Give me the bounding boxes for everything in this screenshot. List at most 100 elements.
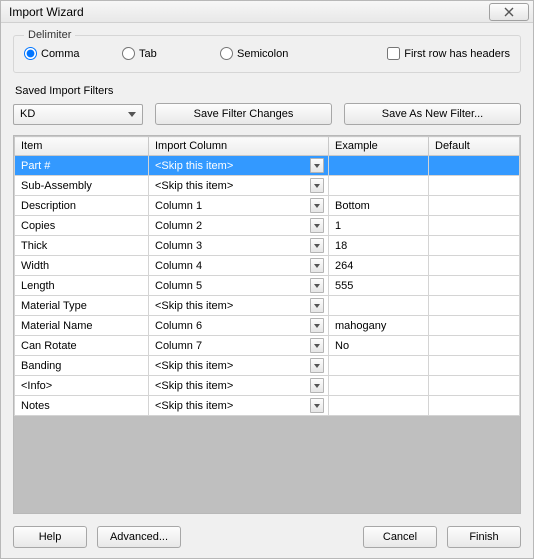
cancel-button[interactable]: Cancel	[363, 526, 437, 548]
finish-button[interactable]: Finish	[447, 526, 521, 548]
table-row[interactable]: ThickColumn 318	[15, 236, 520, 256]
cell-default[interactable]	[429, 396, 520, 416]
save-filter-changes-button[interactable]: Save Filter Changes	[155, 103, 332, 125]
cell-item[interactable]: Copies	[15, 216, 149, 236]
import-column-dropdown-button[interactable]	[310, 158, 324, 173]
cell-item[interactable]: Thick	[15, 236, 149, 256]
radio-comma[interactable]: Comma	[24, 47, 114, 60]
table-row[interactable]: CopiesColumn 21	[15, 216, 520, 236]
cell-example[interactable]	[329, 296, 429, 316]
col-header-default[interactable]: Default	[429, 137, 520, 156]
import-column-dropdown-button[interactable]	[310, 198, 324, 213]
cell-item[interactable]: Description	[15, 196, 149, 216]
import-column-dropdown-button[interactable]	[310, 178, 324, 193]
import-column-dropdown-button[interactable]	[310, 258, 324, 273]
table-row[interactable]: Material NameColumn 6mahogany	[15, 316, 520, 336]
checkbox-first-row-headers[interactable]: First row has headers	[387, 47, 510, 60]
table-row[interactable]: LengthColumn 5555	[15, 276, 520, 296]
cell-example[interactable]	[329, 396, 429, 416]
cell-example[interactable]: 18	[329, 236, 429, 256]
import-column-dropdown-button[interactable]	[310, 358, 324, 373]
cell-default[interactable]	[429, 376, 520, 396]
cell-import-column[interactable]: Column 2	[149, 216, 329, 236]
advanced-button[interactable]: Advanced...	[97, 526, 181, 548]
table-row[interactable]: Can RotateColumn 7No	[15, 336, 520, 356]
cell-item[interactable]: Sub-Assembly	[15, 176, 149, 196]
cell-example[interactable]: mahogany	[329, 316, 429, 336]
cell-import-column[interactable]: <Skip this item>	[149, 376, 329, 396]
import-column-dropdown-button[interactable]	[310, 238, 324, 253]
table-row[interactable]: DescriptionColumn 1Bottom	[15, 196, 520, 216]
cell-import-column[interactable]: <Skip this item>	[149, 156, 329, 176]
table-row[interactable]: <Info><Skip this item>	[15, 376, 520, 396]
import-column-dropdown-button[interactable]	[310, 338, 324, 353]
titlebar: Import Wizard	[1, 1, 533, 23]
cell-example[interactable]: 264	[329, 256, 429, 276]
table-row[interactable]: Material Type<Skip this item>	[15, 296, 520, 316]
table-row[interactable]: WidthColumn 4264	[15, 256, 520, 276]
help-button[interactable]: Help	[13, 526, 87, 548]
cell-default[interactable]	[429, 276, 520, 296]
cell-default[interactable]	[429, 156, 520, 176]
cell-item[interactable]: Banding	[15, 356, 149, 376]
cell-item[interactable]: Material Name	[15, 316, 149, 336]
cell-import-column[interactable]: Column 3	[149, 236, 329, 256]
cell-item[interactable]: Length	[15, 276, 149, 296]
table-row[interactable]: Notes<Skip this item>	[15, 396, 520, 416]
saved-filter-combo[interactable]: KD	[13, 104, 143, 125]
import-column-value: <Skip this item>	[155, 360, 233, 372]
cell-default[interactable]	[429, 256, 520, 276]
cell-example[interactable]	[329, 156, 429, 176]
import-column-dropdown-button[interactable]	[310, 278, 324, 293]
checkbox-first-row-headers-input[interactable]	[387, 47, 400, 60]
cell-example[interactable]: Bottom	[329, 196, 429, 216]
radio-tab-input[interactable]	[122, 47, 135, 60]
import-column-dropdown-button[interactable]	[310, 218, 324, 233]
import-column-dropdown-button[interactable]	[310, 318, 324, 333]
cell-example[interactable]: No	[329, 336, 429, 356]
cell-item[interactable]: Notes	[15, 396, 149, 416]
cell-import-column[interactable]: Column 4	[149, 256, 329, 276]
cell-import-column[interactable]: <Skip this item>	[149, 176, 329, 196]
cell-default[interactable]	[429, 336, 520, 356]
col-header-item[interactable]: Item	[15, 137, 149, 156]
import-column-dropdown-button[interactable]	[310, 298, 324, 313]
col-header-example[interactable]: Example	[329, 137, 429, 156]
cell-example[interactable]	[329, 176, 429, 196]
cell-import-column[interactable]: <Skip this item>	[149, 296, 329, 316]
cell-item[interactable]: <Info>	[15, 376, 149, 396]
cell-item[interactable]: Width	[15, 256, 149, 276]
radio-tab[interactable]: Tab	[122, 47, 212, 60]
cell-import-column[interactable]: Column 5	[149, 276, 329, 296]
cell-default[interactable]	[429, 316, 520, 336]
table-row[interactable]: Banding <Skip this item>	[15, 356, 520, 376]
cell-item[interactable]: Part #	[15, 156, 149, 176]
cell-default[interactable]	[429, 176, 520, 196]
import-column-dropdown-button[interactable]	[310, 378, 324, 393]
save-as-new-filter-button[interactable]: Save As New Filter...	[344, 103, 521, 125]
table-row[interactable]: Part #<Skip this item>	[15, 156, 520, 176]
radio-semicolon[interactable]: Semicolon	[220, 47, 350, 60]
cell-example[interactable]: 1	[329, 216, 429, 236]
cell-import-column[interactable]: Column 6	[149, 316, 329, 336]
import-column-dropdown-button[interactable]	[310, 398, 324, 413]
cell-default[interactable]	[429, 216, 520, 236]
cell-import-column[interactable]: <Skip this item>	[149, 356, 329, 376]
cell-item[interactable]: Material Type	[15, 296, 149, 316]
radio-comma-input[interactable]	[24, 47, 37, 60]
cell-import-column[interactable]: <Skip this item>	[149, 396, 329, 416]
cell-import-column[interactable]: Column 1	[149, 196, 329, 216]
cell-default[interactable]	[429, 236, 520, 256]
cell-default[interactable]	[429, 196, 520, 216]
cell-example[interactable]: 555	[329, 276, 429, 296]
cell-import-column[interactable]: Column 7	[149, 336, 329, 356]
cell-default[interactable]	[429, 296, 520, 316]
cell-example[interactable]	[329, 356, 429, 376]
radio-semicolon-input[interactable]	[220, 47, 233, 60]
close-button[interactable]	[489, 3, 529, 21]
cell-item[interactable]: Can Rotate	[15, 336, 149, 356]
cell-example[interactable]	[329, 376, 429, 396]
table-row[interactable]: Sub-Assembly<Skip this item>	[15, 176, 520, 196]
cell-default[interactable]	[429, 356, 520, 376]
col-header-import-column[interactable]: Import Column	[149, 137, 329, 156]
